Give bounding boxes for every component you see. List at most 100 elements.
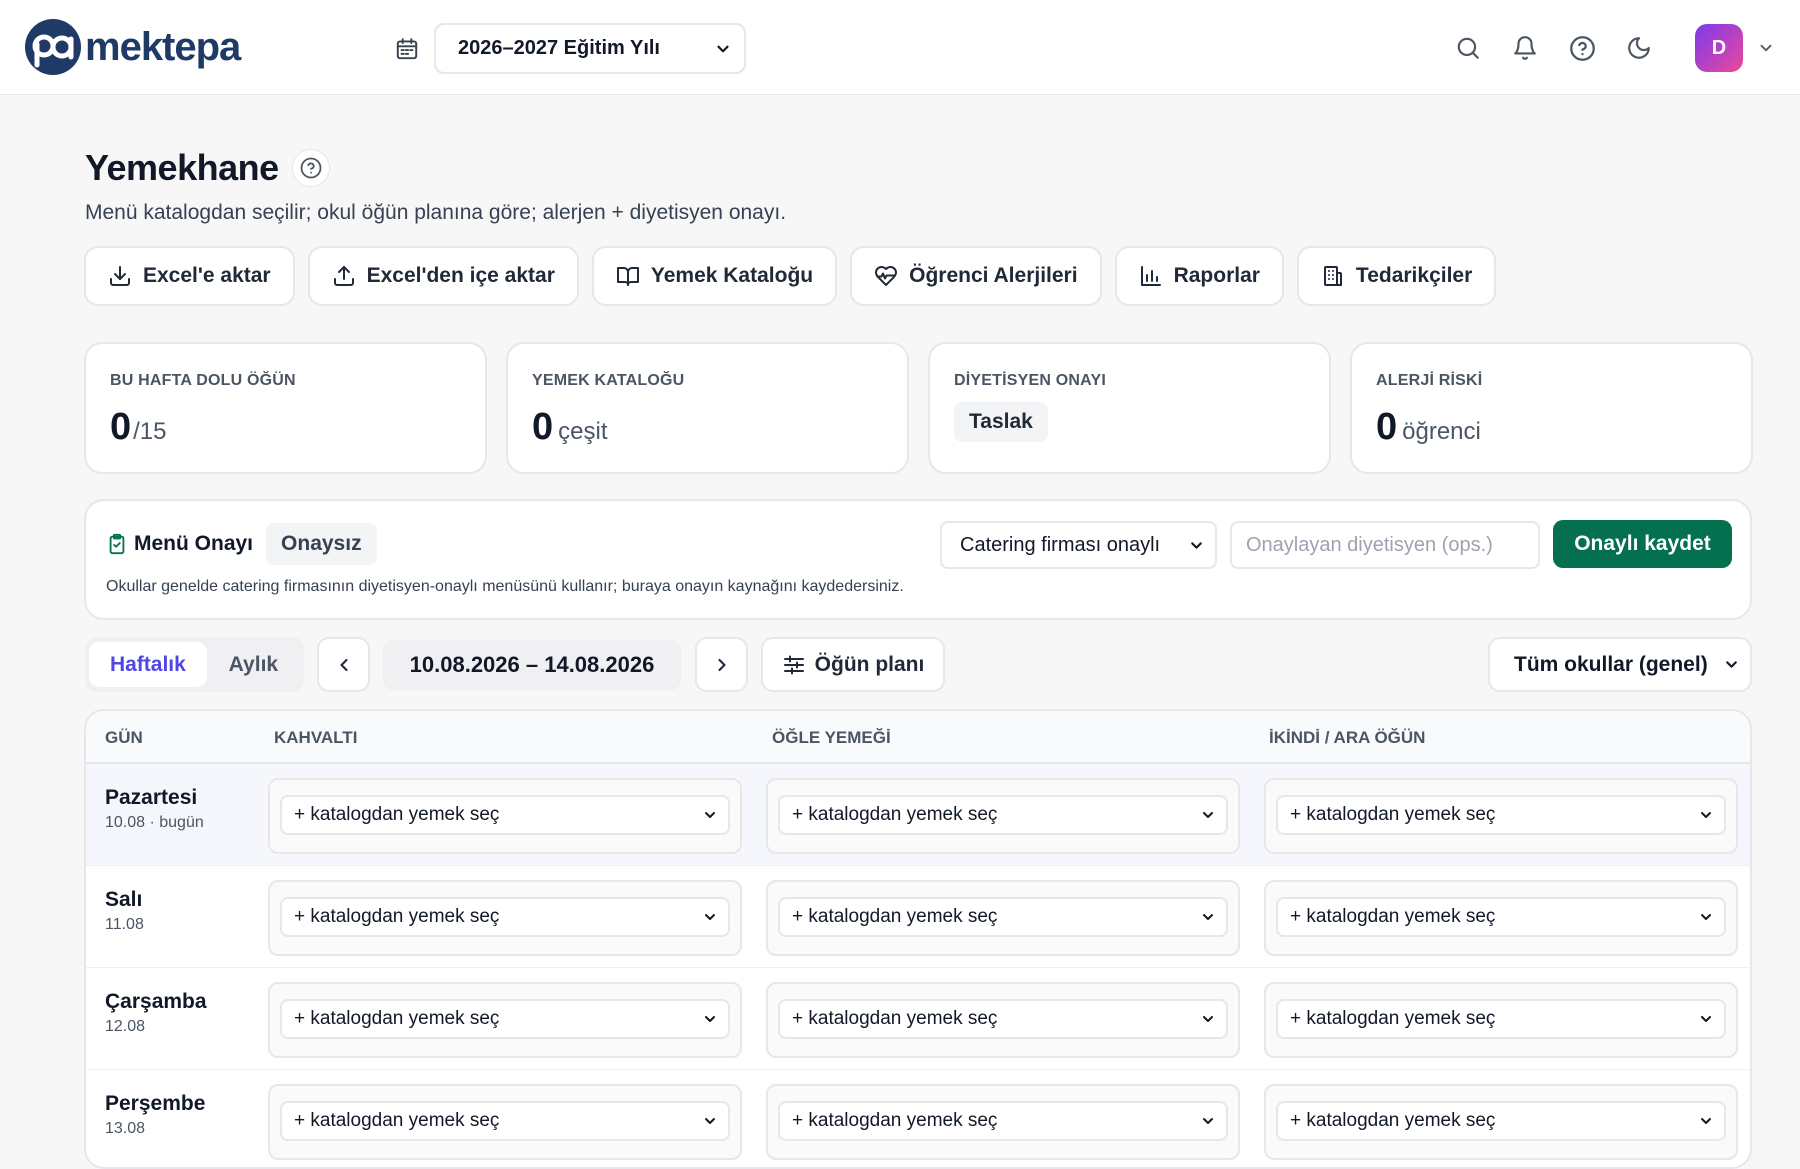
stat-card-allergy: ALERJİ RİSKİ 0 öğrenci: [1350, 342, 1753, 474]
dish-select[interactable]: + katalogdan yemek seç: [280, 795, 730, 835]
chevron-left-icon: [339, 658, 348, 671]
page-help-button[interactable]: [291, 149, 330, 187]
stat-label: YEMEK KATALOĞU: [532, 372, 685, 389]
help-circle-icon: [1569, 35, 1595, 61]
page-subtitle: Menü katalogdan seçilir; okul öğün planı…: [85, 201, 787, 224]
chevron-down-icon: [1701, 812, 1711, 818]
dietitian-input[interactable]: [1230, 521, 1540, 569]
student-allergies-button[interactable]: Öğrenci Alerjileri: [850, 246, 1102, 306]
dish-select[interactable]: + katalogdan yemek seç: [778, 795, 1228, 835]
stat-card-dietitian: DİYETİSYEN ONAYI Taslak: [928, 342, 1331, 474]
snack-cell: + katalogdan yemek seç: [1264, 982, 1738, 1058]
meal-plan-label: Öğün planı: [814, 652, 925, 676]
snack-cell: + katalogdan yemek seç: [1264, 778, 1738, 854]
snack-cell: + katalogdan yemek seç: [1264, 1084, 1738, 1160]
tab-monthly[interactable]: Aylık: [207, 642, 300, 687]
chevron-down-icon: [1191, 541, 1202, 549]
theme-toggle-button[interactable]: [1624, 33, 1654, 63]
dish-select[interactable]: + katalogdan yemek seç: [778, 999, 1228, 1039]
day-cell: Salı 11.08: [105, 888, 144, 934]
top-bar: mektepa 2026–2027 Eğitim Yılı D: [0, 0, 1800, 95]
chevron-down-icon: [705, 812, 715, 818]
food-catalog-label: Yemek Kataloğu: [650, 264, 814, 287]
stat-value-row: 0 /15: [110, 406, 461, 449]
dish-select-value: + katalogdan yemek seç: [792, 906, 998, 927]
heart-pulse-icon: [875, 266, 898, 286]
stat-value: 0: [532, 406, 554, 448]
dish-select-value: + katalogdan yemek seç: [294, 906, 500, 927]
day-name: Salı: [105, 888, 143, 911]
day-name: Çarşamba: [105, 990, 207, 1013]
day-date: 11.08: [105, 916, 144, 933]
approval-title: Menü Onayı: [134, 532, 254, 555]
dish-select-value: + katalogdan yemek seç: [294, 804, 500, 825]
book-icon: [616, 267, 639, 286]
school-select-value: Tüm okullar (genel): [1514, 652, 1708, 676]
stat-value-row: 0 çeşit: [532, 406, 883, 449]
chevron-down-icon[interactable]: [1757, 39, 1775, 57]
user-avatar[interactable]: D: [1695, 24, 1743, 72]
column-header-day: GÜN: [105, 728, 143, 747]
lunch-cell: + katalogdan yemek seç: [766, 778, 1240, 854]
stat-card-catalog: YEMEK KATALOĞU 0 çeşit: [506, 342, 909, 474]
brand-name: mektepa: [85, 24, 241, 69]
save-approval-button[interactable]: Onaylı kaydet: [1553, 520, 1732, 568]
dish-select[interactable]: + katalogdan yemek seç: [778, 1101, 1228, 1141]
bar-chart-icon: [1140, 266, 1161, 286]
logo[interactable]: mektepa: [25, 19, 241, 75]
approval-header: Menü Onayı Onaysız: [106, 523, 377, 565]
dish-select[interactable]: + katalogdan yemek seç: [1276, 1101, 1726, 1141]
chevron-down-icon: [1726, 661, 1737, 668]
chevron-down-icon: [1203, 1118, 1213, 1124]
notifications-button[interactable]: [1510, 33, 1540, 63]
bell-icon: [1514, 36, 1536, 60]
tab-weekly[interactable]: Haftalık: [89, 642, 207, 687]
reports-button[interactable]: Raporlar: [1114, 246, 1284, 306]
dish-select[interactable]: + katalogdan yemek seç: [280, 999, 730, 1039]
previous-week-button[interactable]: [317, 637, 370, 692]
suppliers-button[interactable]: Tedarikçiler: [1296, 246, 1497, 306]
menu-table: GÜN KAHVALTI ÖĞLE YEMEĞİ İKİNDİ / ARA ÖĞ…: [84, 709, 1752, 1169]
suppliers-label: Tedarikçiler: [1355, 264, 1473, 287]
lunch-cell: + katalogdan yemek seç: [766, 880, 1240, 956]
dish-select[interactable]: + katalogdan yemek seç: [1276, 795, 1726, 835]
day-date: 13.08: [105, 1120, 146, 1137]
next-week-button[interactable]: [695, 637, 748, 692]
dish-select[interactable]: + katalogdan yemek seç: [1276, 999, 1726, 1039]
stat-label: BU HAFTA DOLU ÖĞÜN: [110, 372, 296, 389]
search-button[interactable]: [1453, 33, 1483, 63]
export-excel-button[interactable]: Excel'e aktar: [84, 246, 295, 306]
dish-select[interactable]: + katalogdan yemek seç: [778, 897, 1228, 937]
dish-select[interactable]: + katalogdan yemek seç: [1276, 897, 1726, 937]
day-date: 12.08: [105, 1018, 146, 1035]
dish-select[interactable]: + katalogdan yemek seç: [280, 1101, 730, 1141]
academic-year-value: 2026–2027 Eğitim Yılı: [458, 37, 660, 59]
approval-source-select[interactable]: Catering firması onaylı: [940, 521, 1217, 569]
export-excel-label: Excel'e aktar: [143, 264, 271, 287]
dish-select-value: + katalogdan yemek seç: [1290, 1008, 1496, 1029]
import-excel-button[interactable]: Excel'den içe aktar: [307, 246, 579, 306]
day-cell: Pazartesi 10.08 · bugün: [105, 786, 204, 832]
chevron-down-icon: [717, 45, 729, 52]
school-select[interactable]: Tüm okullar (genel): [1488, 637, 1752, 692]
dish-select-value: + katalogdan yemek seç: [792, 1110, 998, 1131]
academic-year-select[interactable]: 2026–2027 Eğitim Yılı: [434, 23, 746, 74]
chevron-down-icon: [1701, 914, 1711, 920]
reports-label: Raporlar: [1173, 264, 1260, 287]
stat-value-row: 0 öğrenci: [1376, 406, 1727, 449]
help-button[interactable]: [1567, 33, 1597, 63]
breakfast-cell: + katalogdan yemek seç: [268, 880, 742, 956]
approval-description: Okullar genelde catering firmasının diye…: [106, 578, 904, 595]
breakfast-cell: + katalogdan yemek seç: [268, 778, 742, 854]
meal-plan-button[interactable]: Öğün planı: [761, 637, 945, 692]
snack-cell: + katalogdan yemek seç: [1264, 880, 1738, 956]
column-header-lunch: ÖĞLE YEMEĞİ: [772, 728, 891, 747]
lunch-cell: + katalogdan yemek seç: [766, 982, 1240, 1058]
lunch-cell: + katalogdan yemek seç: [766, 1084, 1240, 1160]
student-allergies-label: Öğrenci Alerjileri: [909, 264, 1078, 287]
stat-cards: BU HAFTA DOLU ÖĞÜN 0 /15 YEMEK KATALOĞU …: [84, 342, 1753, 474]
dish-select[interactable]: + katalogdan yemek seç: [280, 897, 730, 937]
food-catalog-button[interactable]: Yemek Kataloğu: [591, 246, 838, 306]
dish-select-value: + katalogdan yemek seç: [294, 1008, 500, 1029]
table-row: Pazartesi 10.08 · bugün + katalogdan yem…: [86, 764, 1750, 866]
